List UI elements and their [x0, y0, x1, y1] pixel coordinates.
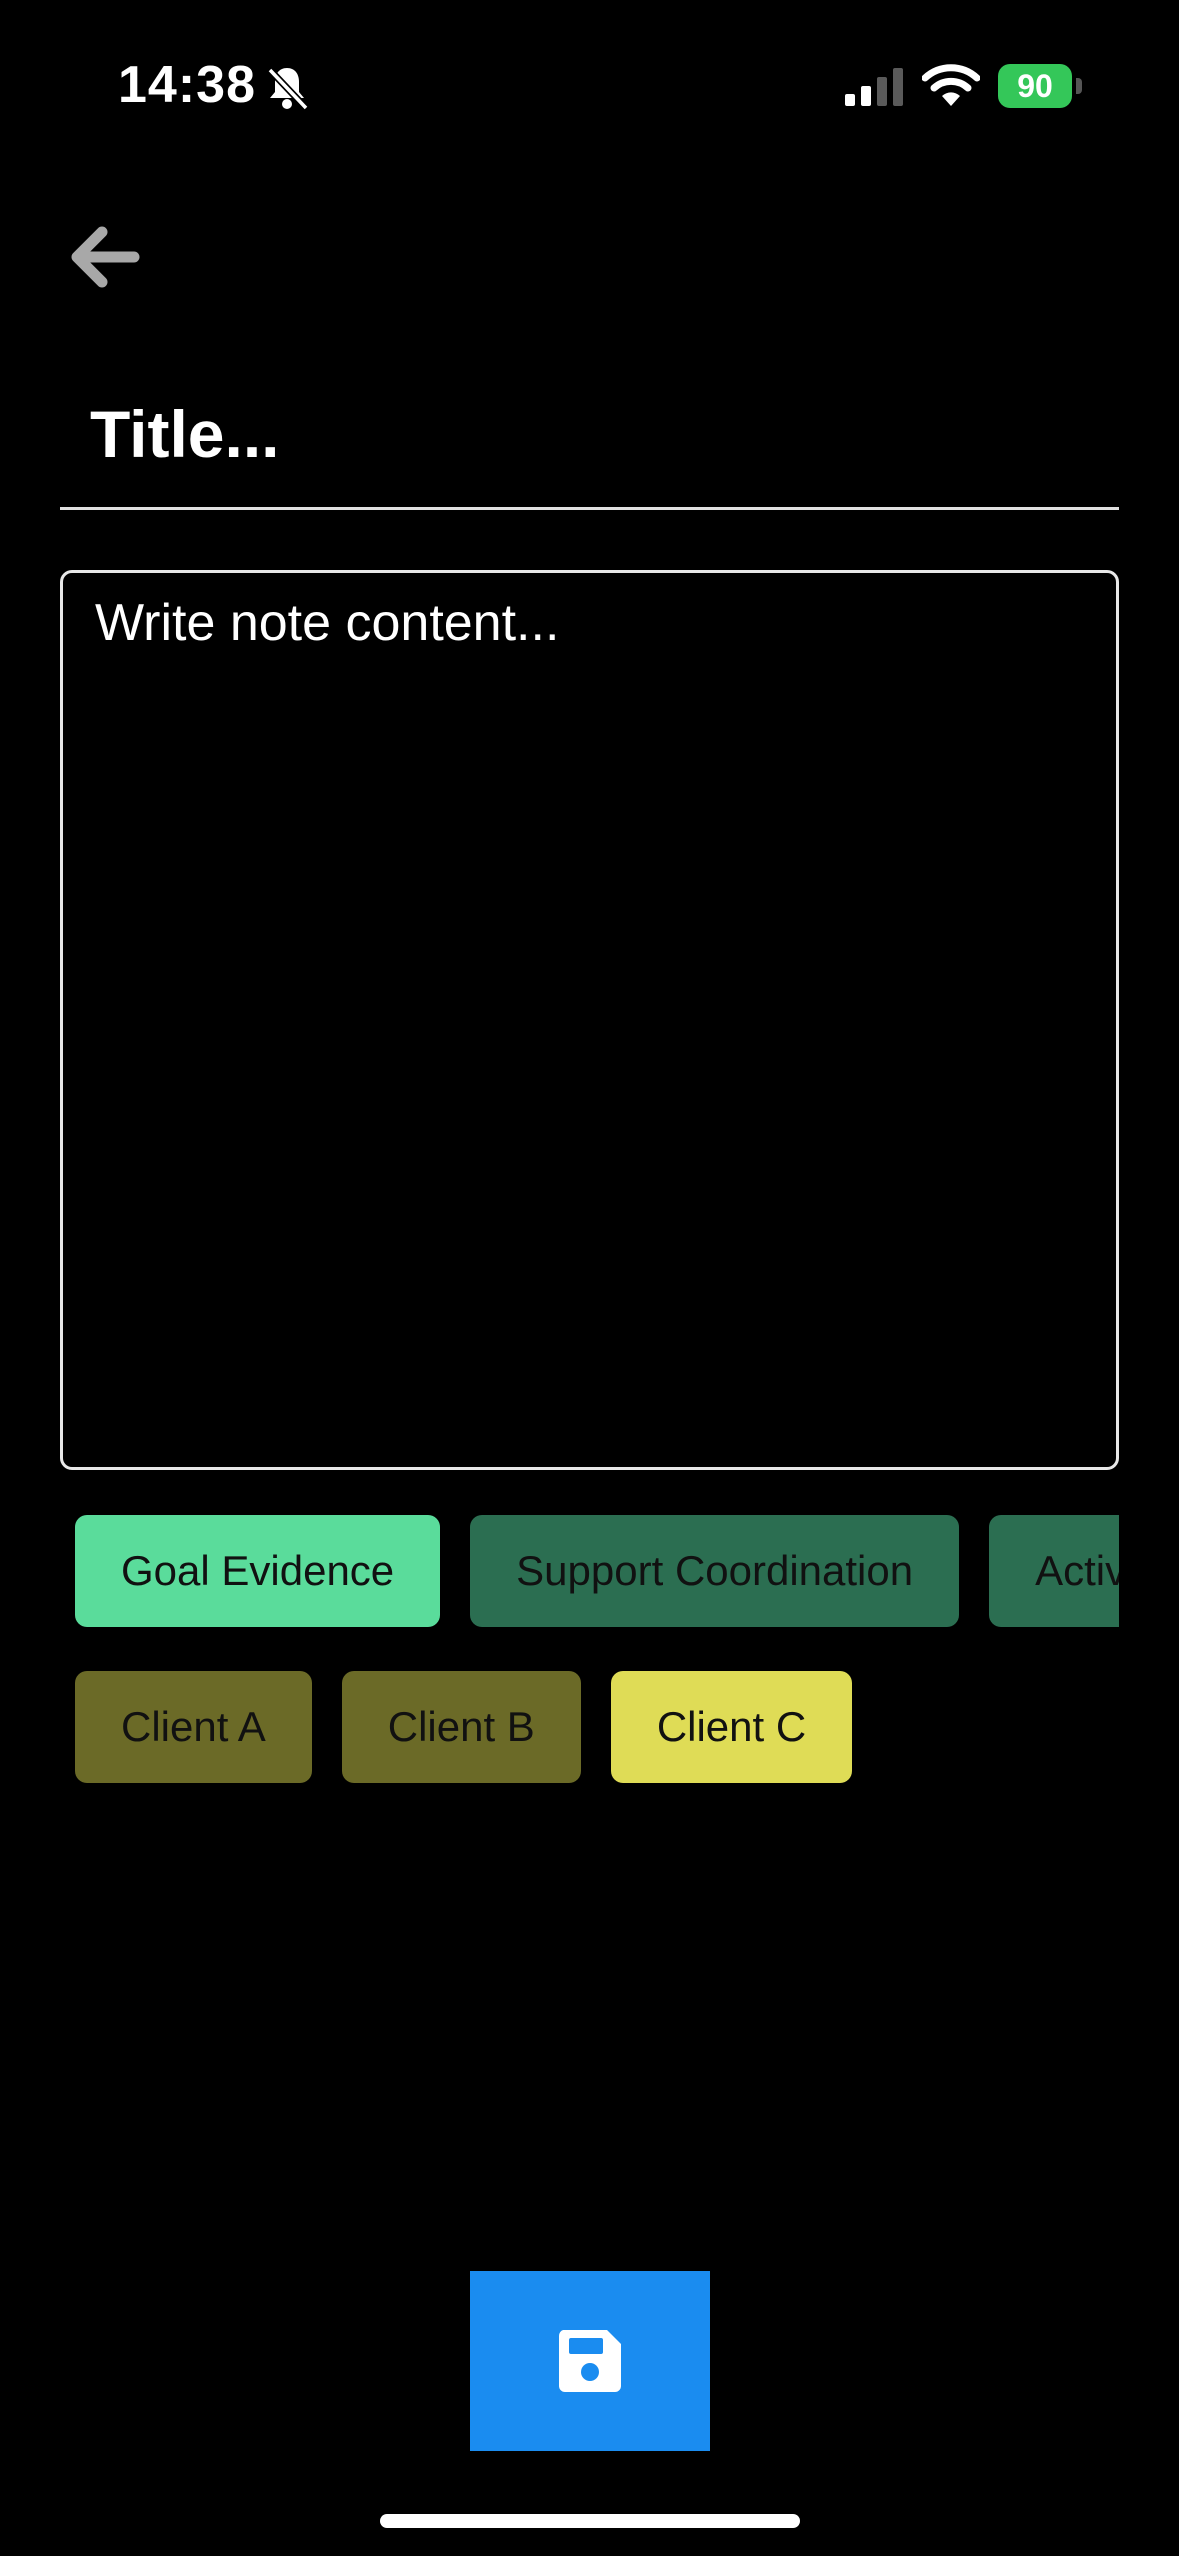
client-chip[interactable]: Client B — [341, 1671, 581, 1783]
category-chip-row[interactable]: Goal Evidence Support Coordination Activit… — [75, 1515, 1119, 1627]
battery-level: 90 — [998, 64, 1072, 108]
category-chip[interactable]: Activities — [989, 1515, 1119, 1627]
client-chip[interactable]: Client A — [75, 1671, 312, 1783]
back-button[interactable] — [66, 218, 144, 296]
save-button[interactable] — [470, 2271, 710, 2451]
wifi-icon — [922, 64, 980, 106]
battery-cap — [1076, 78, 1082, 94]
client-chip-row[interactable]: Client A Client B Client C — [75, 1671, 1119, 1783]
title-input[interactable] — [60, 360, 1119, 510]
cellular-signal-icon — [845, 68, 903, 106]
arrow-left-icon — [71, 226, 140, 288]
note-content-input[interactable] — [60, 570, 1119, 1470]
category-chip[interactable]: Goal Evidence — [75, 1515, 441, 1627]
home-indicator — [380, 2514, 800, 2528]
status-time: 14:38 — [118, 56, 256, 114]
client-chip[interactable]: Client C — [610, 1671, 853, 1783]
battery-charging-icon: 90 — [998, 64, 1082, 108]
bell-slash-icon — [267, 67, 309, 111]
floppy-disk-icon — [558, 2330, 621, 2392]
category-chip[interactable]: Support Coordination — [470, 1515, 960, 1627]
status-bar: 14:38 90 — [0, 0, 1179, 170]
battery-level-text: 90 — [1017, 67, 1053, 104]
